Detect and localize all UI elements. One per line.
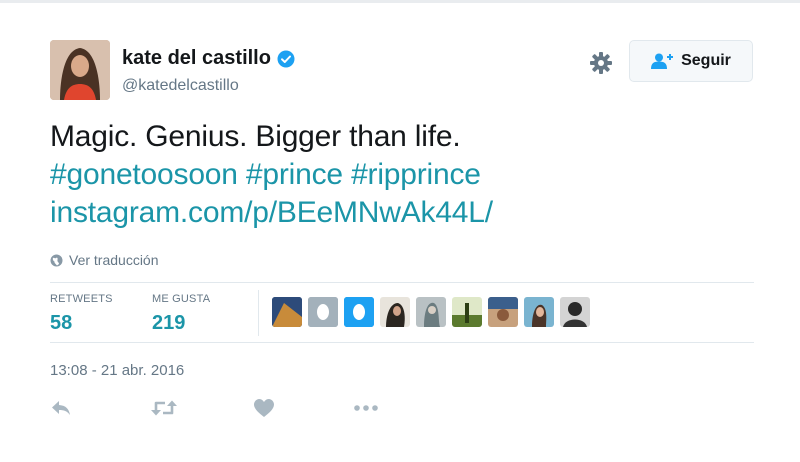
user-name-row[interactable]: kate del castillo (122, 47, 295, 70)
liker-avatar[interactable] (380, 297, 410, 327)
follow-button[interactable]: Seguir (629, 40, 753, 82)
hashtag-prince[interactable]: #prince (246, 158, 343, 191)
divider (50, 342, 754, 343)
likes-label[interactable]: ME GUSTA (152, 293, 210, 305)
top-border (0, 0, 800, 3)
verified-badge-icon (277, 50, 295, 68)
follow-button-label: Seguir (681, 52, 731, 69)
liker-avatar[interactable] (560, 297, 590, 327)
hashtag-gonetoosoon[interactable]: #gonetoosoon (50, 158, 238, 191)
liker-avatar[interactable] (452, 297, 482, 327)
retweets-count[interactable]: 58 (50, 312, 72, 335)
hashtag-ripprince[interactable]: #ripprince (351, 158, 481, 191)
tweet-text-line: Magic. Genius. Bigger than life. (50, 120, 461, 153)
liker-avatar-default[interactable] (308, 297, 338, 327)
tweet-timestamp[interactable]: 13:08 - 21 abr. 2016 (50, 362, 184, 379)
retweet-icon[interactable] (150, 398, 177, 422)
translate-link[interactable]: Ver traducción (50, 252, 159, 268)
user-name[interactable]: kate del castillo (122, 47, 271, 70)
translate-label: Ver traducción (69, 252, 159, 268)
stats-separator (258, 290, 259, 336)
reply-icon[interactable] (50, 398, 76, 422)
liker-avatar[interactable] (416, 297, 446, 327)
user-handle[interactable]: @katedelcastillo (122, 77, 239, 95)
add-user-icon (651, 53, 674, 69)
globe-icon (50, 254, 63, 266)
liker-avatar[interactable] (272, 297, 302, 327)
divider (50, 282, 754, 283)
like-icon[interactable] (253, 398, 279, 422)
liker-avatars (272, 297, 596, 327)
likes-count[interactable]: 219 (152, 312, 185, 335)
instagram-link[interactable]: instagram.com/p/BEeMNwAk44L/ (50, 194, 493, 232)
hashtags-line: #gonetoosoon #prince #ripprince (50, 156, 493, 194)
more-icon[interactable] (353, 398, 379, 422)
tweet-text: Magic. Genius. Bigger than life. #goneto… (50, 118, 493, 232)
avatar[interactable] (50, 40, 110, 100)
retweets-label[interactable]: RETWEETS (50, 293, 113, 305)
liker-avatar-default[interactable] (344, 297, 374, 327)
liker-avatar[interactable] (488, 297, 518, 327)
gear-icon[interactable] (588, 50, 614, 76)
liker-avatar[interactable] (524, 297, 554, 327)
